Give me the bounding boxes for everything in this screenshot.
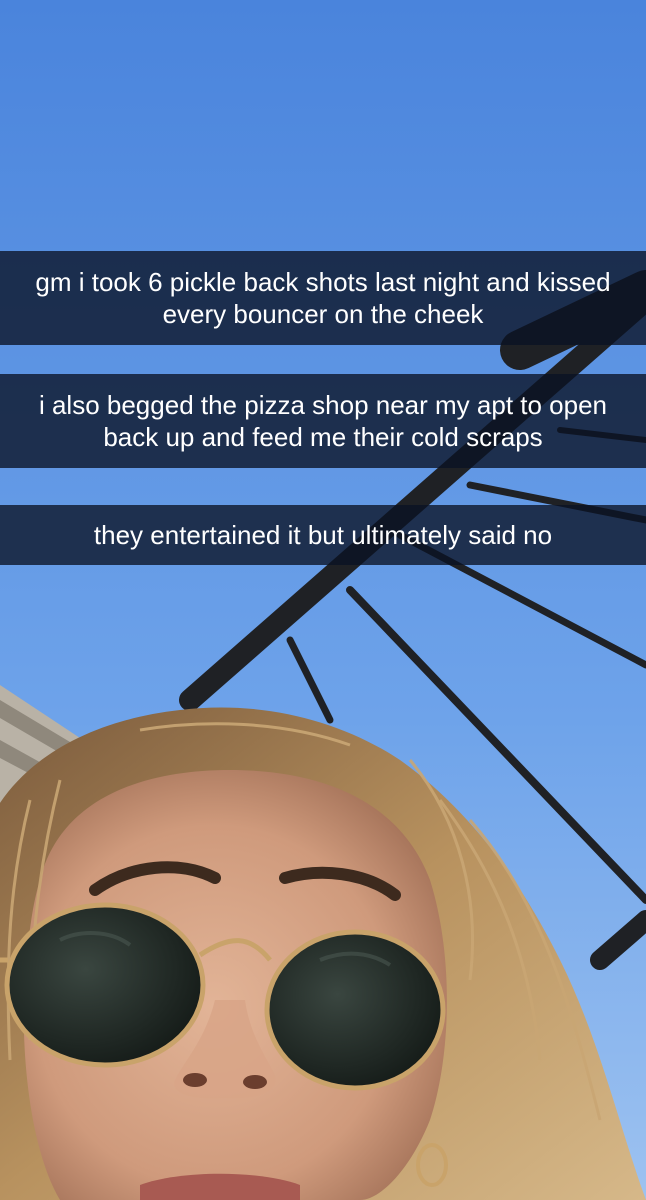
caption-text-2: i also begged the pizza shop near my apt… — [38, 390, 608, 452]
snap-photo — [0, 0, 646, 1200]
caption-bar-2: i also begged the pizza shop near my apt… — [0, 374, 646, 468]
caption-text-1: gm i took 6 pickle back shots last night… — [35, 267, 611, 329]
caption-bar-3: they entertained it but ultimately said … — [0, 505, 646, 565]
caption-bar-1: gm i took 6 pickle back shots last night… — [0, 251, 646, 345]
caption-text-3: they entertained it but ultimately said … — [93, 520, 553, 550]
photo-scene — [0, 0, 646, 1200]
left-lens — [4, 902, 206, 1068]
